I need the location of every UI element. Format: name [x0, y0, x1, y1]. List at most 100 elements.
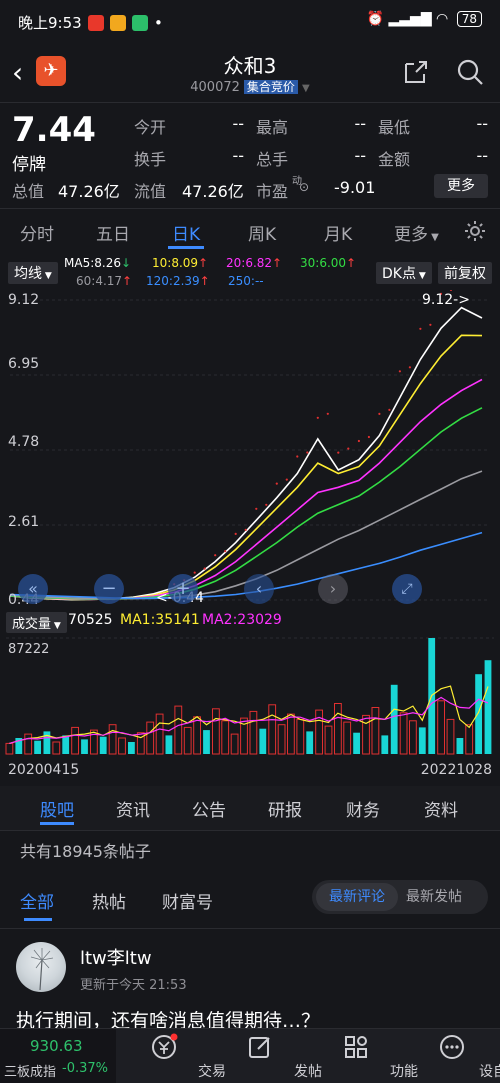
band-dot	[316, 416, 319, 419]
share-icon[interactable]	[402, 58, 430, 86]
band-dot	[347, 447, 350, 450]
tab-hot[interactable]: 热帖	[92, 888, 126, 913]
band-dot	[203, 567, 206, 570]
zoom-in-icon[interactable]: +	[168, 574, 198, 604]
tab-monthly-k[interactable]: 月K	[324, 220, 352, 245]
grid-icon	[345, 1036, 367, 1058]
status-bar: 晚上9:53 • ⏰ ▂▃▅▇ ◠ 78	[0, 0, 500, 44]
nav-functions[interactable]: 功能	[308, 1029, 418, 1083]
band-dot	[429, 323, 432, 326]
volume-max-label: 87222	[8, 642, 50, 657]
tab-daily-k[interactable]: 日K	[172, 220, 200, 245]
ma60-value: 60:4.17↑	[76, 274, 132, 288]
indicator-selector[interactable]: 成交量 ▼	[6, 612, 67, 633]
tab-wealth-account[interactable]: 财富号	[162, 888, 213, 913]
volume-bar	[128, 742, 135, 754]
tab-intraday[interactable]: 分时	[20, 220, 54, 245]
band-dot	[419, 327, 422, 330]
volume-bar	[221, 720, 230, 755]
volume-bar	[193, 716, 201, 755]
ma-selector-label: 均线	[14, 266, 42, 282]
volume-bar	[24, 733, 33, 755]
tab-news[interactable]: 资讯	[116, 796, 150, 821]
active-tab-indicator	[168, 246, 204, 249]
search-icon[interactable]	[456, 58, 484, 86]
amount-label: 金额	[378, 150, 411, 169]
tab-finance[interactable]: 财务	[346, 796, 380, 821]
band-dot	[193, 571, 196, 574]
volume-bar	[108, 724, 117, 755]
volume-bar	[362, 714, 370, 755]
scroll-forward-icon[interactable]: ›	[318, 574, 348, 604]
zoom-out-icon[interactable]: −	[94, 574, 124, 604]
index-ticker[interactable]: 930.63 三板成指 -0.37%	[0, 1029, 116, 1083]
max-price-marker: 9.12->	[422, 292, 470, 308]
band-dot	[275, 482, 278, 485]
series-line-ma5	[9, 306, 483, 601]
volume-bar	[343, 721, 352, 755]
band-dot	[398, 370, 401, 373]
tab-forum[interactable]: 股吧	[40, 796, 74, 821]
low-value: --	[476, 114, 488, 133]
volume-bar	[287, 713, 295, 755]
scroll-left-icon[interactable]: «	[18, 574, 48, 604]
dk-point-button[interactable]: DK点 ▼	[376, 262, 432, 284]
settings-gear-icon[interactable]	[463, 219, 487, 243]
tab-all[interactable]: 全部	[20, 888, 54, 913]
tab-announcements[interactable]: 公告	[192, 796, 226, 821]
scroll-back-icon[interactable]: ‹	[244, 574, 274, 604]
caret-down-icon[interactable]: ▼	[302, 83, 310, 94]
post-author[interactable]: ltw李ltw	[80, 944, 152, 970]
pe-label: 市盈	[256, 182, 289, 201]
trade-icon	[152, 1033, 178, 1059]
more-quote-button[interactable]: 更多	[434, 174, 488, 198]
ma20-value: 20:6.82↑	[226, 256, 282, 270]
post-item[interactable]: ltw李ltw 更新于今天 21:53 执行期间，还有啥消息值得期待…？	[0, 936, 500, 1032]
volume-bar	[99, 736, 107, 754]
tab-more[interactable]: 更多 ▼	[394, 220, 439, 245]
ma120-value: 120:2.39↑	[146, 274, 210, 288]
notes-app-icon	[110, 14, 126, 31]
adjust-button[interactable]: 前复权	[438, 262, 492, 284]
volume-bar	[146, 721, 155, 755]
indicator-label: 成交量	[12, 617, 52, 632]
tab-weekly-k[interactable]: 周K	[248, 220, 276, 245]
volume-bar	[399, 712, 408, 755]
nav-add-watchlist[interactable]: 设自选	[404, 1029, 500, 1083]
ma-selector[interactable]: 均线 ▼	[8, 262, 58, 284]
volume-chart[interactable]: 87222	[0, 634, 500, 782]
fullscreen-icon[interactable]: ⤢	[392, 574, 422, 604]
trading-state: 停牌	[12, 155, 46, 175]
volume-bar	[381, 735, 389, 754]
up-arrow-icon: ↑	[199, 274, 210, 288]
band-dot	[296, 455, 299, 458]
info-icon[interactable]: ⊙	[299, 180, 309, 194]
volume-bar	[155, 713, 164, 755]
volume-bar	[268, 704, 277, 755]
caret-down-icon: ▼	[51, 621, 61, 631]
wifi-icon: ◠	[436, 11, 449, 27]
quote-panel: 7.44 停牌 今开 -- 最高 -- 最低 -- 换手 -- 总手 -- 金额…	[0, 102, 500, 208]
k-line-chart[interactable]: 9.12 6.95 4.78 2.61 0.44 9.12-> <-0.44 «…	[0, 265, 500, 610]
info-tabs: 股吧 资讯 公告 研报 财务 资料	[0, 786, 500, 830]
tab-five-day[interactable]: 五日	[96, 220, 130, 245]
volume-bar	[484, 660, 492, 754]
band-dot	[337, 451, 340, 454]
nav-add-watchlist-label: 设自选	[479, 1064, 500, 1080]
system-icons: ⏰ ▂▃▅▇ ◠ 78	[367, 11, 482, 27]
tab-research[interactable]: 研报	[268, 796, 302, 821]
sort-latest-post[interactable]: 最新发帖	[406, 883, 462, 911]
volume-bar	[165, 735, 173, 754]
avatar[interactable]	[16, 942, 66, 992]
tab-profile[interactable]: 资料	[424, 796, 458, 821]
ma60-text: 60:4.17	[76, 274, 123, 288]
open-label: 今开	[134, 118, 167, 137]
index-change: -0.37%	[62, 1061, 108, 1076]
ma250-value: 250:--	[228, 274, 264, 288]
nav-post[interactable]: 发帖	[212, 1029, 322, 1083]
volume-bar	[249, 710, 258, 755]
security-app-icon	[132, 14, 148, 31]
band-dot	[449, 288, 453, 291]
nav-trade[interactable]: 交易	[116, 1029, 226, 1083]
sort-latest-comment[interactable]: 最新评论	[316, 883, 398, 911]
